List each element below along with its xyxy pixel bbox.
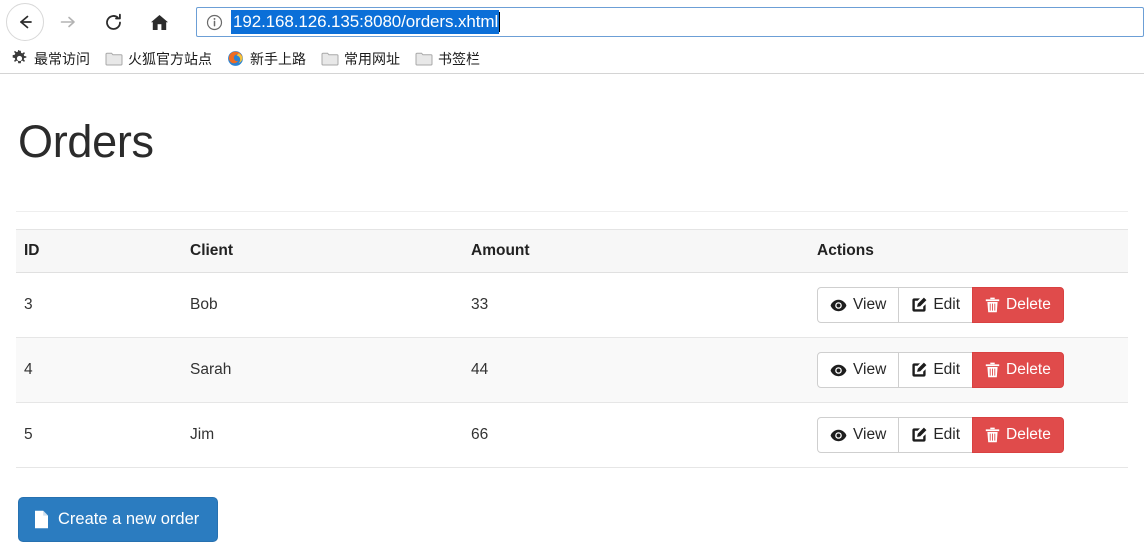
column-header-client: Client (182, 229, 463, 273)
folder-icon (320, 50, 339, 68)
edit-button[interactable]: Edit (898, 287, 974, 323)
table-row: 4 Sarah 44 View Edit Delete (16, 337, 1128, 403)
trash-icon (985, 297, 1000, 313)
home-button[interactable] (140, 3, 178, 41)
orders-table: ID Client Amount Actions 3 Bob 33 View E… (16, 229, 1128, 468)
firefox-logo-icon (226, 50, 245, 68)
bookmark-getting-started[interactable]: 新手上路 (226, 49, 306, 69)
browser-chrome: 192.168.126.135:8080/orders.xhtml 最常访问 火… (0, 0, 1144, 74)
edit-button-label: Edit (933, 426, 961, 444)
table-body: 3 Bob 33 View Edit Delete 4 Sarah 44 Vie… (16, 272, 1128, 468)
cell-amount: 66 (463, 402, 809, 468)
eye-icon (830, 299, 847, 312)
view-button-label: View (853, 296, 887, 314)
edit-button-label: Edit (933, 361, 961, 379)
delete-button-label: Delete (1006, 361, 1051, 379)
folder-icon (104, 50, 123, 68)
trash-icon (985, 427, 1000, 443)
forward-button[interactable] (48, 3, 86, 41)
cell-client: Bob (182, 272, 463, 338)
folder-icon (414, 50, 433, 68)
bookmark-label: 新手上路 (250, 51, 306, 68)
url-text-caret (499, 12, 501, 32)
edit-button[interactable]: Edit (898, 417, 974, 453)
bookmark-firefox-official-site[interactable]: 火狐官方站点 (104, 49, 212, 69)
delete-button[interactable]: Delete (972, 287, 1064, 323)
view-button[interactable]: View (817, 417, 900, 453)
cell-id: 3 (16, 272, 182, 338)
page-content: Orders ID Client Amount Actions 3 Bob 33 (0, 119, 1144, 542)
create-order-button-label: Create a new order (58, 510, 200, 529)
bookmark-most-visited[interactable]: 最常访问 (10, 49, 90, 69)
row-action-button-group: View Edit Delete (817, 352, 1064, 388)
bookmark-label: 最常访问 (34, 51, 90, 68)
bookmark-label: 火狐官方站点 (128, 51, 212, 68)
edit-button[interactable]: Edit (898, 352, 974, 388)
url-text[interactable]: 192.168.126.135:8080/orders.xhtml (231, 10, 500, 34)
title-divider (16, 211, 1128, 212)
page-title: Orders (18, 116, 154, 167)
cell-actions: View Edit Delete (809, 337, 1128, 403)
cell-client: Sarah (182, 337, 463, 403)
eye-icon (830, 429, 847, 442)
bookmark-common-sites[interactable]: 常用网址 (320, 49, 400, 69)
view-button[interactable]: View (817, 287, 900, 323)
column-header-id: ID (16, 229, 182, 273)
reload-button[interactable] (94, 3, 132, 41)
edit-button-label: Edit (933, 296, 961, 314)
column-header-amount: Amount (463, 229, 809, 273)
row-action-button-group: View Edit Delete (817, 287, 1064, 323)
url-bar[interactable]: 192.168.126.135:8080/orders.xhtml (196, 7, 1144, 37)
view-button-label: View (853, 426, 887, 444)
row-action-button-group: View Edit Delete (817, 417, 1064, 453)
cell-actions: View Edit Delete (809, 272, 1128, 338)
table-header-row: ID Client Amount Actions (16, 229, 1128, 273)
cell-client: Jim (182, 402, 463, 468)
cell-id: 5 (16, 402, 182, 468)
column-header-actions: Actions (809, 229, 1128, 273)
bookmarks-bar: 最常访问 火狐官方站点 新手上路 常用网址 书签栏 (0, 44, 1144, 73)
view-button[interactable]: View (817, 352, 900, 388)
eye-icon (830, 364, 847, 377)
trash-icon (985, 362, 1000, 378)
cell-actions: View Edit Delete (809, 402, 1128, 468)
table-row: 5 Jim 66 View Edit Delete (16, 402, 1128, 468)
file-icon (34, 510, 49, 529)
bookmark-label: 书签栏 (438, 51, 480, 68)
delete-button[interactable]: Delete (972, 352, 1064, 388)
table-row: 3 Bob 33 View Edit Delete (16, 272, 1128, 338)
cell-amount: 44 (463, 337, 809, 403)
table-head: ID Client Amount Actions (16, 229, 1128, 273)
delete-button-label: Delete (1006, 426, 1051, 444)
info-circle-icon[interactable] (203, 11, 225, 33)
cell-id: 4 (16, 337, 182, 403)
cell-amount: 33 (463, 272, 809, 338)
pen-to-square-icon (911, 427, 927, 443)
back-button[interactable] (6, 3, 44, 41)
gear-icon (10, 50, 29, 68)
bookmark-label: 常用网址 (344, 51, 400, 68)
bookmark-bookmarks-toolbar[interactable]: 书签栏 (414, 49, 480, 69)
delete-button-label: Delete (1006, 296, 1051, 314)
navigation-toolbar: 192.168.126.135:8080/orders.xhtml (0, 0, 1144, 44)
pen-to-square-icon (911, 362, 927, 378)
pen-to-square-icon (911, 297, 927, 313)
delete-button[interactable]: Delete (972, 417, 1064, 453)
create-order-button[interactable]: Create a new order (18, 497, 219, 542)
view-button-label: View (853, 361, 887, 379)
